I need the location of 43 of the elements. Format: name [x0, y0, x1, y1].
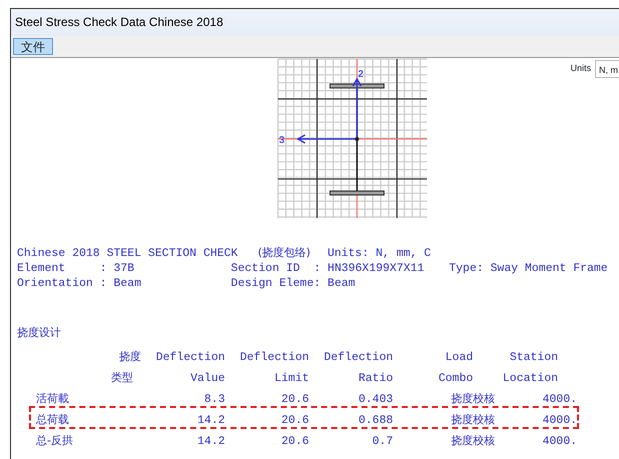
menu-button[interactable]: 文件: [13, 38, 53, 55]
column-header: Value: [190, 372, 225, 385]
table-cell: 0.7: [372, 435, 393, 448]
window-title: Steel Stress Check Data Chinese 2018: [15, 15, 224, 29]
column-header: Ratio: [358, 372, 393, 385]
report-heading: Chinese 2018 STEEL SECTION CHECK: [17, 246, 238, 260]
report-field: Design Eleme: Beam: [230, 276, 356, 291]
table-cell: 挠度校核: [451, 392, 495, 405]
report-field: Orientation : Beam: [17, 276, 231, 291]
column-header: Station: [510, 351, 559, 364]
table-cell: 4000.: [542, 393, 577, 406]
table-cell: 8.3: [204, 393, 225, 406]
table-cell: 4000.: [542, 435, 577, 448]
table-cell: 总荷载: [36, 413, 69, 426]
units-field[interactable]: N, m: [595, 60, 619, 78]
column-header: Deflection: [324, 351, 393, 364]
column-header: Location: [502, 372, 559, 385]
table-cell: 14.2: [197, 435, 225, 448]
column-header: Deflection: [240, 351, 309, 364]
report-field: Element : 37B: [17, 261, 231, 276]
table-cell: 14.2: [197, 414, 225, 427]
table-cell: 挠度校核: [451, 413, 495, 426]
table-cell: 20.6: [281, 435, 309, 448]
column-header: Combo: [438, 372, 474, 385]
table-cell: 20.6: [281, 393, 309, 406]
column-header: Deflection: [156, 351, 225, 364]
table-cell: 挠度校核: [451, 434, 495, 447]
table-cell: 4000.: [542, 414, 577, 427]
table-cell: 0.403: [358, 393, 393, 406]
section-title: 挠度设计: [17, 325, 62, 341]
report-subtitle: (挠度包络): [258, 244, 310, 261]
table-cell: 20.6: [281, 414, 309, 427]
column-header: Load: [445, 351, 474, 364]
table-cell: 0.688: [358, 414, 393, 427]
column-header: 挠度: [119, 350, 141, 363]
units-text: Units: N, mm, C: [327, 246, 431, 260]
column-header: 类型: [111, 371, 134, 384]
table-cell: 总-反拱: [36, 434, 73, 447]
report-field: Type: Sway Moment Frame: [448, 261, 608, 276]
report-field: Section ID : HN396X199X7X11: [230, 261, 449, 276]
column-header: Limit: [274, 372, 309, 385]
units-label: Units: [570, 62, 591, 76]
table-cell: 活荷載: [36, 392, 69, 405]
